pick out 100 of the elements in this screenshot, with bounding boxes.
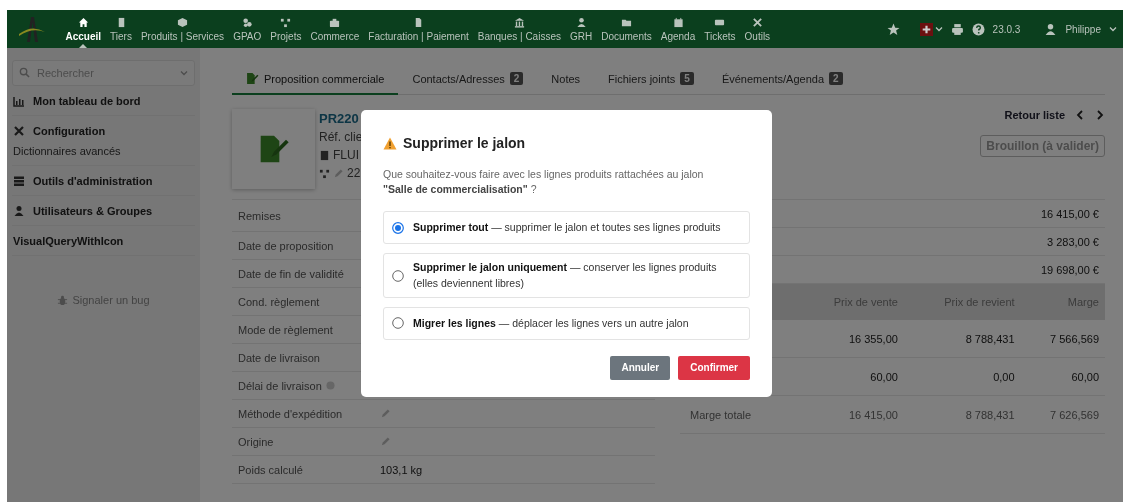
radio-button[interactable] bbox=[392, 221, 404, 234]
caret-icon bbox=[934, 25, 943, 33]
amount-value: 3 283,00 € bbox=[1047, 235, 1099, 248]
flag-icon[interactable] bbox=[919, 22, 933, 36]
option-label: Migrer les lignes — déplacer les lignes vers un autre jalon bbox=[413, 315, 689, 331]
project-ref: 22 bbox=[347, 166, 361, 180]
menu-item[interactable]: Tiers bbox=[105, 10, 137, 48]
user-icon bbox=[13, 205, 25, 217]
table-cell: 7 626,569 bbox=[1020, 395, 1105, 434]
menu-item[interactable]: Tickets bbox=[699, 10, 741, 48]
sidebar-subitem[interactable]: Dictionnaires avancés bbox=[13, 145, 194, 157]
field-label: Remises bbox=[238, 209, 281, 222]
table-cell: 8 788,431 bbox=[903, 320, 1021, 358]
confirm-button[interactable]: Confirmer bbox=[678, 355, 750, 380]
sidebar-item[interactable]: Mon tableau de bord bbox=[13, 95, 194, 107]
option-card[interactable]: Supprimer tout — supprimer le jalon et toutes ses lignes produits bbox=[383, 211, 750, 245]
menu-item[interactable]: Commerce bbox=[305, 10, 364, 48]
sidebar-item[interactable]: VisualQueryWithIcon bbox=[13, 235, 194, 247]
field-label: Date de fin de validité bbox=[238, 267, 344, 280]
radio-button[interactable] bbox=[392, 317, 404, 330]
back-to-list-link[interactable]: Retour liste bbox=[1004, 109, 1065, 121]
logo-icon[interactable] bbox=[17, 14, 47, 44]
option-card[interactable]: Supprimer le jalon uniquement — conserver les lignes produits (elles deviennent libres) bbox=[383, 253, 750, 298]
amount-value: 16 415,00 € bbox=[1040, 207, 1099, 220]
user-name[interactable]: Philippe bbox=[1065, 23, 1101, 35]
cancel-button[interactable]: Annuler bbox=[610, 355, 671, 380]
tab[interactable]: Notes bbox=[537, 64, 595, 95]
sidebar-item[interactable]: Utilisateurs & Groupes bbox=[13, 205, 194, 217]
caret-icon bbox=[1109, 25, 1117, 33]
count-badge: 2 bbox=[829, 72, 843, 85]
star-icon[interactable] bbox=[886, 22, 900, 36]
chart-icon bbox=[13, 95, 25, 107]
menu-icon bbox=[77, 16, 89, 28]
sidebar-item[interactable]: Outils d'administration bbox=[13, 175, 194, 187]
menu-item[interactable]: Banques | Caisses bbox=[473, 10, 566, 48]
menu-icon bbox=[241, 16, 253, 28]
table-cell: 16 355,00 bbox=[796, 320, 904, 358]
amount-value: 19 698,00 € bbox=[1040, 263, 1099, 276]
field-label: Mode de règlement bbox=[238, 323, 333, 336]
field-label: Origine bbox=[238, 435, 274, 448]
count-badge: 2 bbox=[509, 72, 524, 85]
menu-item[interactable]: Documents bbox=[596, 10, 657, 48]
table-cell: 60,00 bbox=[1020, 357, 1105, 396]
menu-icon bbox=[672, 16, 684, 28]
menu-icon bbox=[280, 16, 292, 28]
previous-icon[interactable] bbox=[1075, 110, 1085, 120]
printer-icon[interactable] bbox=[950, 22, 964, 36]
table-cell: 0,00 bbox=[903, 357, 1021, 396]
menu-icon bbox=[751, 16, 763, 28]
table-cell: 7 566,569 bbox=[1020, 320, 1105, 358]
option-label: Supprimer le jalon uniquement — conserver les lignes produits (elles deviennent libres) bbox=[413, 260, 718, 291]
tab[interactable]: Fichiers joints 5 bbox=[594, 64, 708, 95]
next-icon[interactable] bbox=[1095, 110, 1105, 120]
menu-icon bbox=[329, 16, 341, 28]
server-icon bbox=[13, 175, 25, 187]
tab[interactable]: Contacts/Adresses 2 bbox=[398, 64, 538, 95]
tools-icon bbox=[13, 125, 25, 137]
client-ref: Réf. clie bbox=[319, 130, 363, 144]
sidebar-item[interactable]: Configuration bbox=[13, 125, 194, 137]
option-label: Supprimer tout — supprimer le jalon et toutes ses lignes produits bbox=[413, 220, 721, 236]
menu-item[interactable]: Facturation | Paiement bbox=[363, 10, 474, 48]
menu-item[interactable]: GRH bbox=[565, 10, 597, 48]
field-value: 103,1 kg bbox=[380, 463, 423, 476]
thirdparty-link[interactable]: FLUI bbox=[333, 148, 359, 162]
help-icon[interactable] bbox=[971, 22, 985, 36]
field-label: Poids calculé bbox=[238, 463, 303, 476]
document-ref: PR220 bbox=[319, 111, 360, 126]
bug-icon bbox=[57, 294, 69, 306]
document-edit-icon bbox=[246, 72, 259, 85]
user-icon[interactable] bbox=[1044, 22, 1058, 36]
row-label: Marge totale bbox=[690, 408, 752, 421]
dialog-title: Supprimer le jalon bbox=[403, 135, 526, 151]
table-cell: 60,00 bbox=[796, 357, 904, 396]
caret-icon bbox=[180, 69, 188, 77]
project-icon bbox=[319, 167, 330, 179]
table-cell: 8 788,431 bbox=[903, 395, 1021, 434]
building-icon bbox=[319, 149, 330, 161]
field-label: Méthode d'expédition bbox=[238, 407, 343, 420]
dialog-message: Que souhaitez-vous faire avec les lignes produits rattachées au jalon "Salle de commercialisation" ? bbox=[383, 167, 705, 198]
version-label: 23.0.3 bbox=[992, 23, 1021, 35]
warning-icon bbox=[383, 136, 397, 150]
menu-item[interactable]: Produits | Services bbox=[136, 10, 229, 48]
search-icon bbox=[19, 67, 30, 78]
tab[interactable]: Proposition commerciale bbox=[232, 64, 399, 95]
menu-item[interactable]: Agenda bbox=[656, 10, 700, 48]
menu-item[interactable]: Projets bbox=[265, 10, 306, 48]
menu-item[interactable]: Outils bbox=[740, 10, 775, 48]
table-cell: 16 415,00 bbox=[796, 395, 904, 434]
field-label: Cond. règlement bbox=[238, 295, 320, 308]
option-card[interactable]: Migrer les lignes — déplacer les lignes vers un autre jalon bbox=[383, 306, 750, 340]
menu-icon bbox=[177, 16, 189, 28]
menu-item[interactable]: GPAO bbox=[228, 10, 266, 48]
menu-icon bbox=[575, 16, 587, 28]
radio-button[interactable] bbox=[392, 269, 404, 282]
count-badge: 5 bbox=[680, 72, 694, 85]
menu-icon bbox=[513, 16, 525, 28]
field-label: Délai de livraison bbox=[238, 379, 322, 392]
field-label: Date de livraison bbox=[238, 351, 320, 364]
field-label: Date de proposition bbox=[238, 239, 334, 252]
tab[interactable]: Événements/Agenda 2 bbox=[707, 64, 857, 95]
